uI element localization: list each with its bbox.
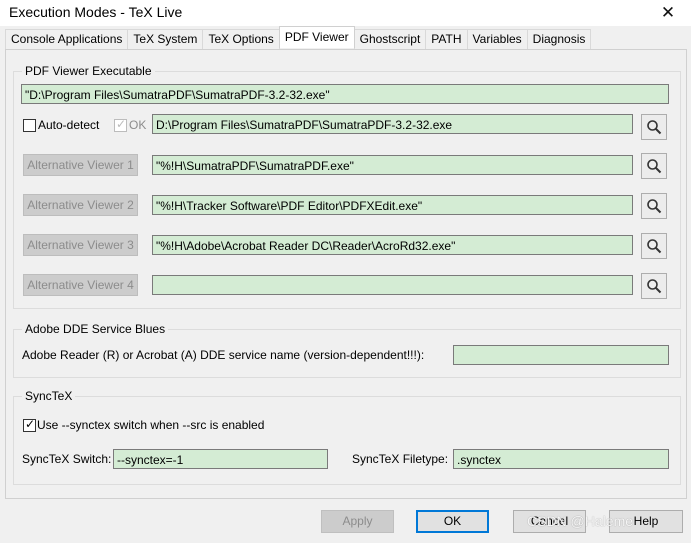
- browse-alternative-1-button[interactable]: [641, 153, 667, 179]
- tab-strip: Console Applications TeX System TeX Opti…: [5, 26, 592, 49]
- tab-pdf-viewer[interactable]: PDF Viewer: [278, 26, 355, 48]
- auto-detect-checkbox[interactable]: [23, 119, 36, 132]
- watermark-text: CSDN @Haleme: [527, 513, 634, 529]
- tab-console-applications[interactable]: Console Applications: [5, 29, 129, 49]
- dde-service-label: Adobe Reader (R) or Acrobat (A) DDE serv…: [22, 348, 425, 362]
- pdf-viewer-group-label: PDF Viewer Executable: [25, 64, 152, 78]
- window-title: Execution Modes - TeX Live: [9, 4, 183, 20]
- synctex-filetype-label: SyncTeX Filetype:: [352, 452, 449, 466]
- magnifier-icon: [647, 120, 662, 135]
- alternative-viewer-4-field[interactable]: [152, 275, 633, 295]
- synctex-filetype-field[interactable]: .synctex: [453, 449, 669, 469]
- browse-auto-detect-button[interactable]: [641, 114, 667, 140]
- check-mark-icon: ✓: [116, 117, 127, 131]
- check-mark-icon: ✓: [25, 417, 36, 431]
- alternative-viewer-1-field[interactable]: "%!H\SumatraPDF\SumatraPDF.exe": [152, 155, 633, 175]
- tab-tex-system[interactable]: TeX System: [127, 29, 204, 49]
- synctex-group-label: SyncTeX: [25, 389, 73, 403]
- apply-button[interactable]: Apply: [321, 510, 394, 533]
- title-bar: Execution Modes - TeX Live ✕: [0, 0, 691, 26]
- alternative-viewer-1-button[interactable]: Alternative Viewer 1: [23, 154, 138, 176]
- tab-path[interactable]: PATH: [425, 29, 468, 49]
- ok-checkbox[interactable]: ✓: [114, 117, 127, 132]
- auto-detect-label: Auto-detect: [38, 118, 100, 132]
- magnifier-icon: [647, 199, 662, 214]
- ok-label: OK: [129, 118, 147, 132]
- tab-ghostscript[interactable]: Ghostscript: [353, 29, 427, 49]
- synctex-switch-field[interactable]: --synctex=-1: [113, 449, 328, 469]
- viewer-executable-field[interactable]: "D:\Program Files\SumatraPDF\SumatraPDF-…: [21, 84, 669, 104]
- alternative-viewer-2-field[interactable]: "%!H\Tracker Software\PDF Editor\PDFXEdi…: [152, 195, 633, 215]
- use-synctex-checkbox[interactable]: ✓: [23, 417, 36, 432]
- alternative-viewer-3-button[interactable]: Alternative Viewer 3: [23, 234, 138, 256]
- synctex-switch-label: SyncTeX Switch:: [22, 452, 112, 466]
- magnifier-icon: [647, 239, 662, 254]
- browse-alternative-4-button[interactable]: [641, 273, 667, 299]
- ok-button[interactable]: OK: [416, 510, 489, 533]
- dde-group-label: Adobe DDE Service Blues: [25, 322, 166, 336]
- alternative-viewer-2-button[interactable]: Alternative Viewer 2: [23, 194, 138, 216]
- browse-alternative-3-button[interactable]: [641, 233, 667, 259]
- magnifier-icon: [647, 159, 662, 174]
- synctex-group: SyncTeX: [13, 389, 681, 485]
- magnifier-icon: [647, 279, 662, 294]
- tab-tex-options[interactable]: TeX Options: [202, 29, 280, 49]
- tab-variables[interactable]: Variables: [466, 29, 528, 49]
- auto-detect-path-field[interactable]: D:\Program Files\SumatraPDF\SumatraPDF-3…: [152, 114, 633, 134]
- alternative-viewer-3-field[interactable]: "%!H\Adobe\Acrobat Reader DC\Reader\Acro…: [152, 235, 633, 255]
- use-synctex-label: Use --synctex switch when --src is enabl…: [37, 418, 265, 432]
- browse-alternative-2-button[interactable]: [641, 193, 667, 219]
- close-icon[interactable]: ✕: [645, 0, 691, 26]
- dde-service-field[interactable]: [453, 345, 669, 365]
- tab-diagnosis[interactable]: Diagnosis: [526, 29, 592, 49]
- alternative-viewer-4-button[interactable]: Alternative Viewer 4: [23, 274, 138, 296]
